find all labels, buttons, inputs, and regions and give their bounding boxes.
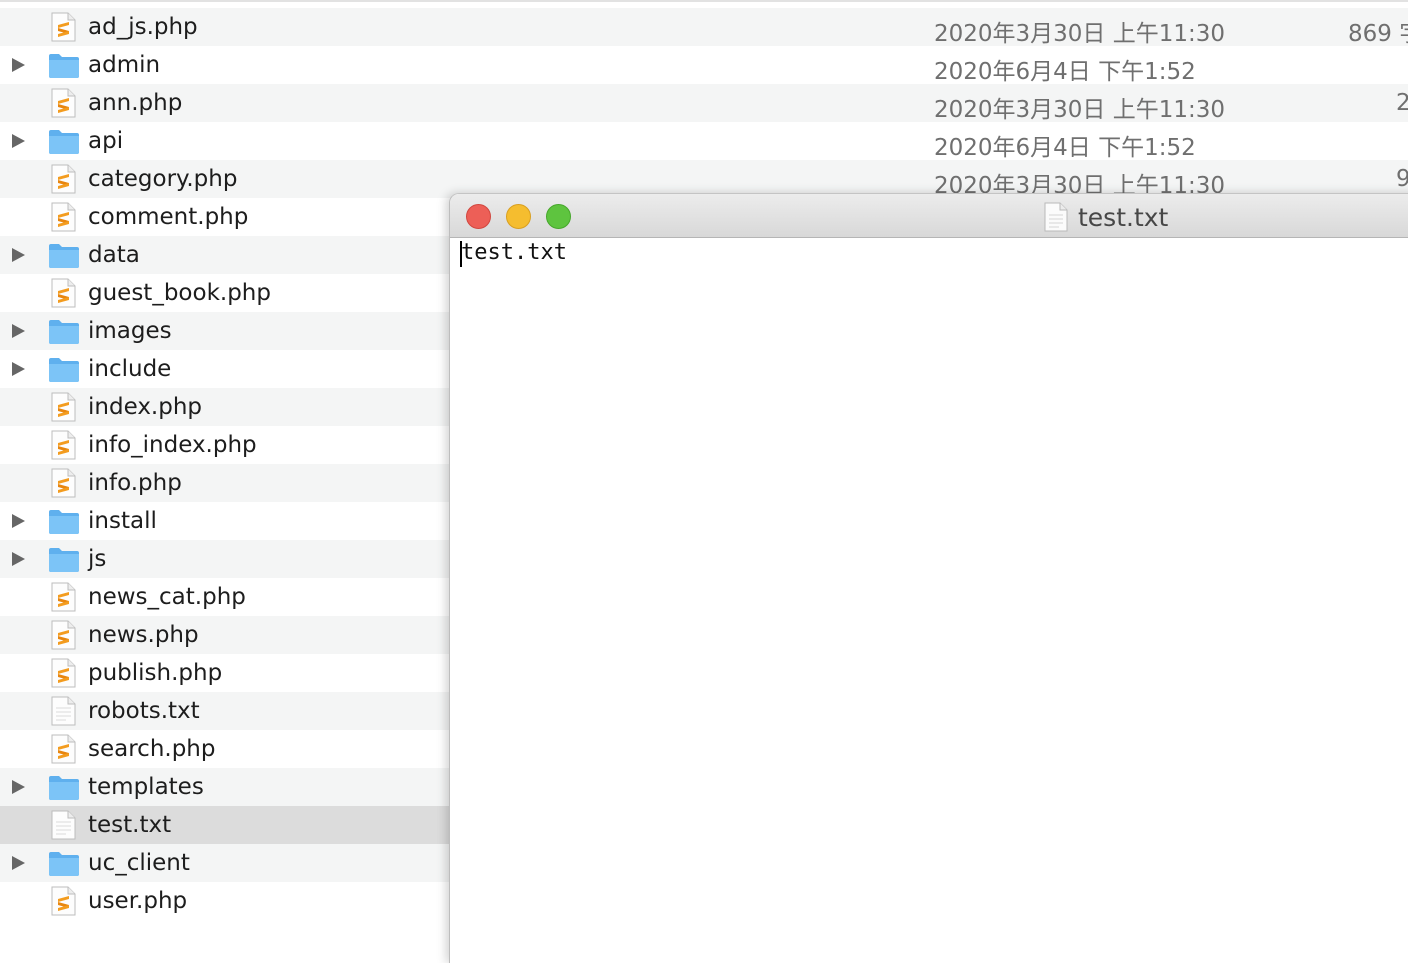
zoom-window-button[interactable] xyxy=(546,204,571,229)
sublime-php-file-icon xyxy=(48,202,80,232)
file-row[interactable]: ann.php 2020年3月30日 上午11:30 2 xyxy=(0,84,1408,123)
file-name: admin xyxy=(88,52,161,78)
file-name: uc_client xyxy=(88,850,190,876)
sublime-php-file-icon xyxy=(48,734,80,764)
sublime-php-file-icon xyxy=(48,392,80,422)
folder-icon xyxy=(48,848,80,878)
file-name: ann.php xyxy=(88,90,183,116)
file-name: api xyxy=(88,128,124,154)
window-title-group: test.txt xyxy=(1044,202,1168,232)
sublime-php-file-icon xyxy=(48,582,80,612)
file-date-modified: 2020年3月30日 上午11:30 xyxy=(934,97,1226,123)
disclosure-triangle-icon[interactable] xyxy=(12,58,25,72)
disclosure-triangle-icon[interactable] xyxy=(12,856,25,870)
disclosure-triangle-icon[interactable] xyxy=(12,248,25,262)
file-date-modified: 2020年3月30日 上午11:30 xyxy=(934,21,1226,47)
sublime-php-file-icon xyxy=(48,658,80,688)
sublime-php-file-icon xyxy=(48,620,80,650)
close-window-button[interactable] xyxy=(466,204,491,229)
file-name: publish.php xyxy=(88,660,223,686)
file-name: robots.txt xyxy=(88,698,200,724)
file-name: news.php xyxy=(88,622,199,648)
sublime-php-file-icon xyxy=(48,164,80,194)
sublime-php-file-icon xyxy=(48,88,80,118)
sublime-php-file-icon xyxy=(48,886,80,916)
file-name: info.php xyxy=(88,470,182,496)
folder-icon xyxy=(48,544,80,574)
file-size: 2 xyxy=(1396,90,1408,116)
file-name: search.php xyxy=(88,736,216,762)
file-name: images xyxy=(88,318,172,344)
textedit-window[interactable]: test.txt test.txt xyxy=(449,193,1408,963)
disclosure-triangle-icon[interactable] xyxy=(12,514,25,528)
file-date-modified: 2020年6月4日 下午1:52 xyxy=(934,59,1196,85)
file-name: news_cat.php xyxy=(88,584,246,610)
file-name: category.php xyxy=(88,166,238,192)
text-document-icon xyxy=(1044,202,1068,232)
window-titlebar[interactable]: test.txt xyxy=(450,194,1408,238)
text-document-icon xyxy=(48,810,80,840)
disclosure-triangle-icon[interactable] xyxy=(12,134,25,148)
document-text-area[interactable]: test.txt xyxy=(450,238,1408,963)
file-name: install xyxy=(88,508,157,534)
file-name: guest_book.php xyxy=(88,280,271,306)
file-name: index.php xyxy=(88,394,203,420)
sublime-php-file-icon xyxy=(48,278,80,308)
file-row[interactable]: api 2020年6月4日 下午1:52 xyxy=(0,122,1408,161)
disclosure-triangle-icon[interactable] xyxy=(12,324,25,338)
disclosure-triangle-icon[interactable] xyxy=(12,552,25,566)
file-name: include xyxy=(88,356,172,382)
file-date-modified: 2020年6月4日 下午1:52 xyxy=(934,135,1196,161)
file-row[interactable]: admin 2020年6月4日 下午1:52 xyxy=(0,46,1408,85)
folder-icon xyxy=(48,50,80,80)
file-name: ad_js.php xyxy=(88,14,198,40)
disclosure-triangle-icon[interactable] xyxy=(12,780,25,794)
sublime-php-file-icon xyxy=(48,468,80,498)
file-name: test.txt xyxy=(88,812,172,838)
file-name: templates xyxy=(88,774,204,800)
sublime-php-file-icon xyxy=(48,12,80,42)
folder-icon xyxy=(48,316,80,346)
file-row[interactable]: ad_js.php 2020年3月30日 上午11:30 869 字 xyxy=(0,8,1408,47)
document-text[interactable]: test.txt xyxy=(461,238,567,268)
folder-icon xyxy=(48,506,80,536)
file-size: 9 xyxy=(1396,166,1408,192)
folder-icon xyxy=(48,126,80,156)
minimize-window-button[interactable] xyxy=(506,204,531,229)
file-name: comment.php xyxy=(88,204,249,230)
disclosure-triangle-icon[interactable] xyxy=(12,362,25,376)
folder-icon xyxy=(48,772,80,802)
file-size: 869 字 xyxy=(1348,21,1408,47)
file-name: info_index.php xyxy=(88,432,257,458)
text-document-icon xyxy=(48,696,80,726)
window-title: test.txt xyxy=(1078,202,1169,232)
sublime-php-file-icon xyxy=(48,430,80,460)
file-name: user.php xyxy=(88,888,188,914)
folder-icon xyxy=(48,240,80,270)
folder-icon xyxy=(48,354,80,384)
file-name: js xyxy=(88,546,107,572)
file-name: data xyxy=(88,242,140,268)
